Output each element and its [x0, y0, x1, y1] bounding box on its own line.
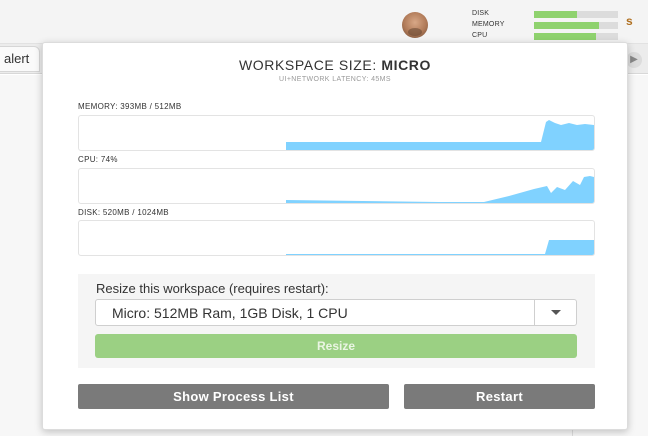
cpu-graph — [78, 168, 595, 204]
meter-track — [534, 11, 618, 18]
meter-cpu: CPU — [472, 32, 620, 42]
popup-title: WORKSPACE SIZE: MICRO — [43, 57, 627, 73]
memory-graph-label: MEMORY: 393MB / 512MB — [78, 102, 182, 111]
avatar[interactable] — [402, 12, 428, 38]
resize-panel: Resize this workspace (requires restart)… — [78, 274, 595, 368]
resize-button[interactable]: Resize — [95, 334, 577, 358]
show-process-list-button[interactable]: Show Process List — [78, 384, 389, 409]
latency-text: UI+NETWORK LATENCY: 45MS — [279, 76, 391, 83]
memory-graph-svg — [79, 120, 594, 150]
meter-track — [534, 33, 618, 40]
status-meters[interactable]: DISK MEMORY CPU — [472, 10, 620, 43]
meter-fill — [534, 11, 577, 18]
cpu-graph-label: CPU: 74% — [78, 155, 118, 164]
divider — [572, 430, 573, 436]
popup-title-prefix: WORKSPACE SIZE: — [238, 57, 382, 73]
meter-label: CPU — [472, 32, 488, 39]
popup-title-value: MICRO — [381, 57, 432, 73]
cpu-graph-area — [79, 176, 594, 203]
workspace-size-value: Micro: 512MB Ram, 1GB Disk, 1 CPU — [112, 305, 348, 321]
disk-graph-label: DISK: 520MB / 1024MB — [78, 208, 169, 217]
meter-label: MEMORY — [472, 21, 505, 28]
header-right-label: s — [626, 14, 633, 28]
disk-graph-area — [79, 240, 594, 255]
disk-graph — [78, 220, 595, 256]
memory-graph — [78, 115, 595, 151]
background-tab[interactable]: alert — [0, 46, 41, 72]
meter-fill — [534, 33, 597, 40]
meter-label: DISK — [472, 10, 490, 17]
cpu-graph-svg — [79, 176, 594, 203]
meter-track — [534, 22, 618, 29]
workspace-size-select[interactable]: Micro: 512MB Ram, 1GB Disk, 1 CPU — [95, 299, 577, 326]
memory-graph-area — [79, 120, 594, 150]
chevron-down-icon[interactable] — [534, 300, 576, 325]
resize-label: Resize this workspace (requires restart)… — [96, 281, 329, 296]
meter-memory: MEMORY — [472, 21, 620, 31]
disk-graph-svg — [79, 240, 594, 255]
tab-scroll-right-icon[interactable]: ▶ — [626, 52, 642, 68]
workspace-popup: WORKSPACE SIZE: MICRO UI+NETWORK LATENCY… — [42, 42, 628, 430]
meter-fill — [534, 22, 599, 29]
restart-button[interactable]: Restart — [404, 384, 595, 409]
meter-disk: DISK — [472, 10, 620, 20]
